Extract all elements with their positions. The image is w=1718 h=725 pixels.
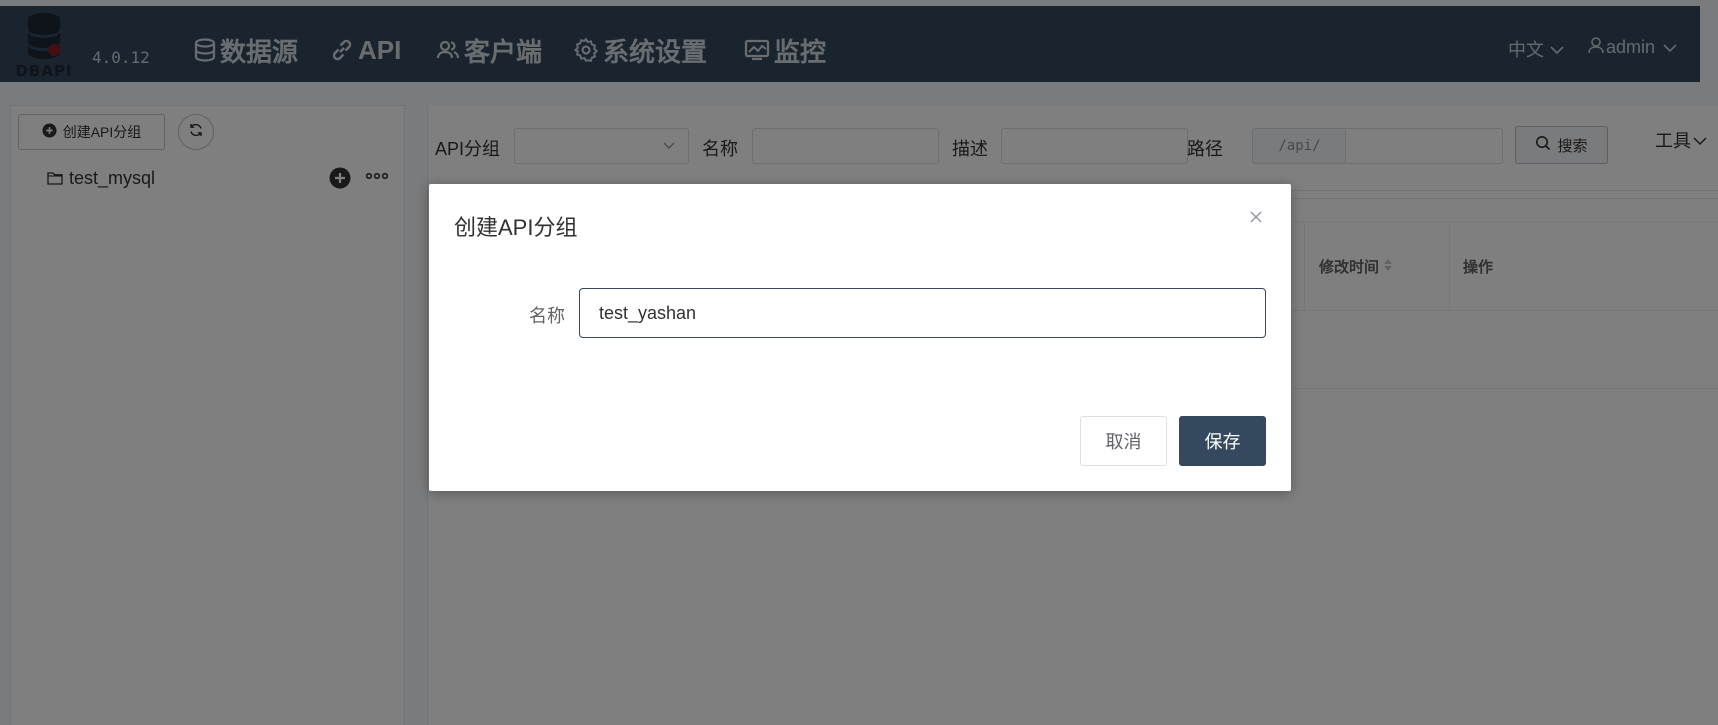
cancel-button[interactable]: 取消 — [1080, 416, 1167, 466]
group-name-input[interactable] — [579, 288, 1266, 338]
app-page: DBAPI 4.0.12 数据源 API 客户端 系统设置 — [0, 0, 1718, 725]
save-button[interactable]: 保存 — [1179, 416, 1266, 466]
close-icon — [1250, 211, 1262, 223]
create-group-dialog: 创建API分组 名称 取消 保存 — [429, 184, 1291, 491]
close-button[interactable] — [1249, 210, 1263, 229]
group-name-label: 名称 — [529, 306, 565, 326]
dialog-title: 创建API分组 — [454, 215, 578, 240]
